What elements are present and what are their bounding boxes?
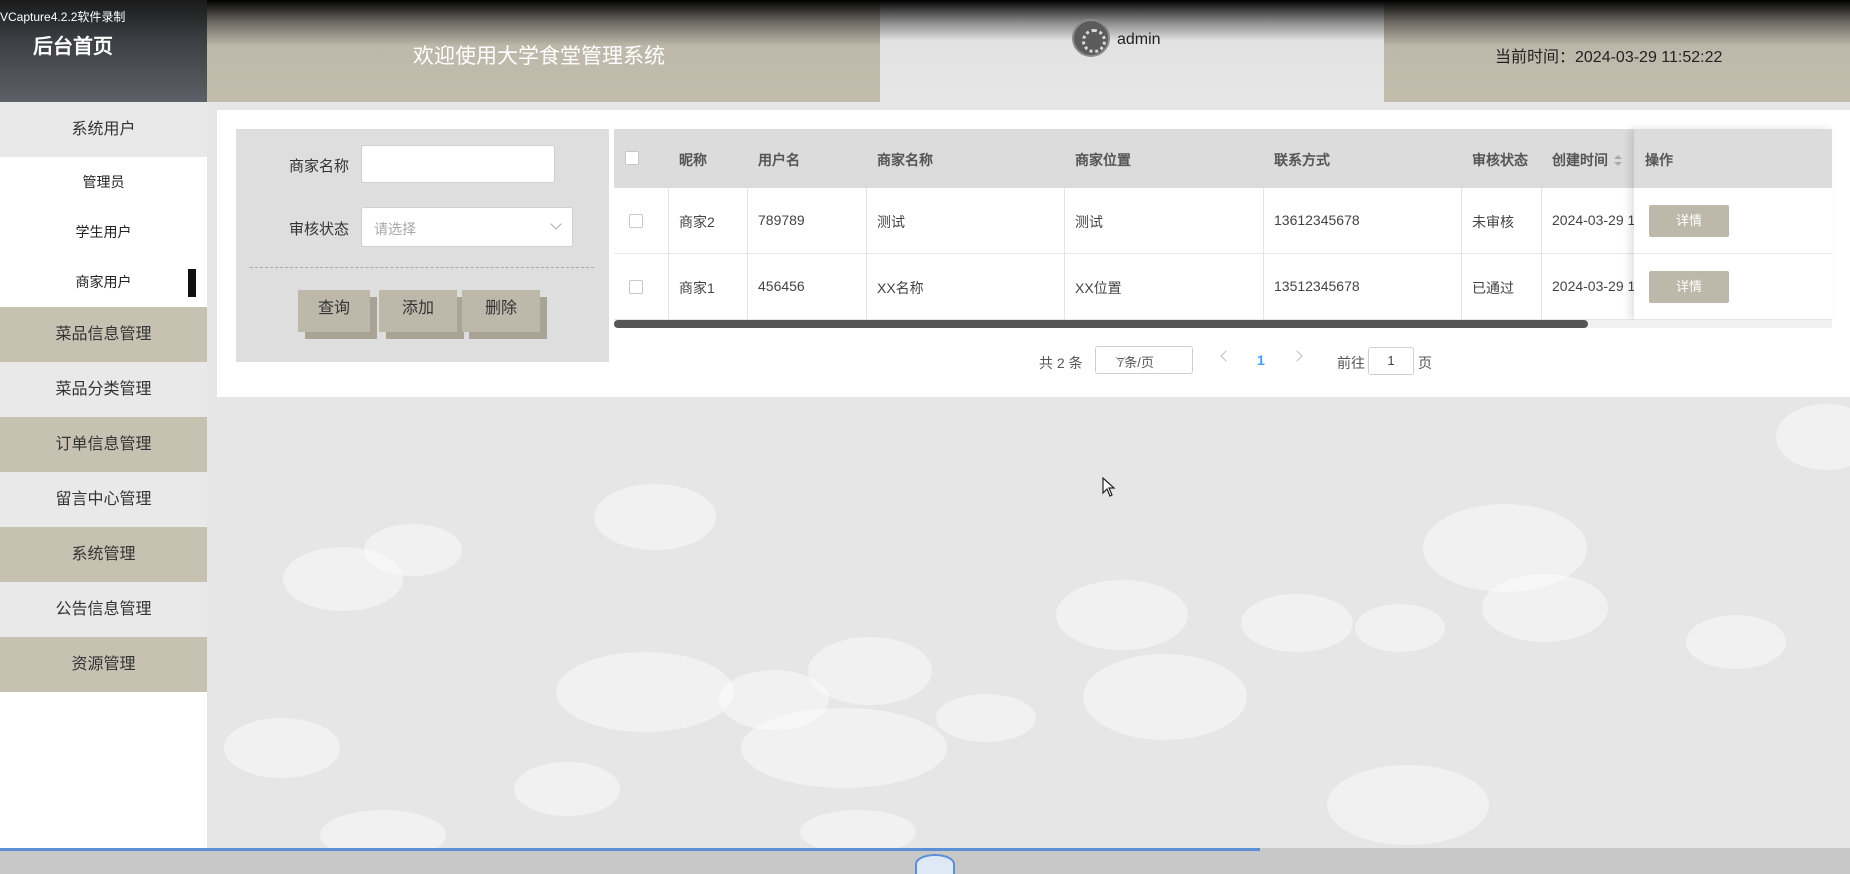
top-header: VCapture4.2.2软件录制 后台首页 欢迎使用大学食堂管理系统 admi… (0, 0, 1850, 102)
row-checkbox[interactable] (629, 214, 643, 228)
sidebar-item-student-users[interactable]: 学生用户 (0, 207, 207, 257)
detail-button[interactable]: 详情 (1649, 205, 1729, 237)
scrollbar-thumb[interactable] (614, 320, 1589, 328)
divider (250, 267, 594, 268)
welcome-text: 欢迎使用大学食堂管理系统 (413, 45, 665, 68)
sidebar-item-system-management[interactable]: 系统管理 (0, 527, 207, 582)
sidebar-item-order-info[interactable]: 订单信息管理 (0, 417, 207, 472)
audit-status-placeholder: 请选择 (374, 221, 416, 237)
cell-contact: 13612345678 (1274, 212, 1360, 228)
goto-prefix: 前往 (1337, 355, 1365, 371)
goto-page-input[interactable]: 1 (1368, 347, 1414, 375)
username[interactable]: admin (1117, 31, 1161, 49)
sidebar-item-message-center[interactable]: 留言中心管理 (0, 472, 207, 527)
query-button[interactable]: 查询 (298, 290, 370, 332)
header-nickname: 昵称 (679, 152, 707, 168)
brand-panel: VCapture4.2.2软件录制 后台首页 (0, 0, 207, 102)
cell-audit-status: 未审核 (1472, 214, 1514, 230)
current-time: 当前时间：2024-03-29 11:52:22 (1495, 49, 1723, 66)
header-actions: 操作 (1645, 152, 1673, 168)
header-audit-status: 审核状态 (1472, 152, 1528, 168)
header-username: 用户名 (758, 152, 800, 168)
cell-username: 456456 (758, 278, 805, 294)
sidebar-item-merchant-users[interactable]: 商家用户 (0, 257, 207, 307)
sidebar-item-resources[interactable]: 资源管理 (0, 637, 207, 692)
sidebar: 系统用户 管理员 学生用户 商家用户 菜品信息管理 菜品分类管理 订单信息管理 … (0, 102, 207, 848)
sidebar-item-admins[interactable]: 管理员 (0, 157, 207, 207)
select-all-checkbox[interactable] (625, 151, 639, 165)
cell-merchant-location: 测试 (1075, 214, 1103, 230)
time-panel: 当前时间：2024-03-29 11:52:22 (1384, 0, 1850, 102)
header-merchant-location: 商家位置 (1075, 152, 1131, 168)
merchant-name-label: 商家名称 (289, 158, 350, 175)
header-merchant-name: 商家名称 (877, 152, 933, 168)
merchant-table: 昵称 用户名 商家名称 商家位置 联系方式 审核状态 创建时间 商家2 7897… (614, 129, 1832, 329)
sidebar-item-dish-category[interactable]: 菜品分类管理 (0, 362, 207, 417)
add-button[interactable]: 添加 (379, 290, 457, 332)
cell-created-at: 2024-03-29 1 (1552, 212, 1636, 228)
chevron-down-icon (550, 218, 562, 230)
cell-username: 789789 (758, 212, 805, 228)
active-indicator (188, 269, 196, 297)
total-count: 共 2 条 (1039, 355, 1083, 371)
recorder-watermark: VCapture4.2.2软件录制 (0, 10, 126, 24)
header-created-at[interactable]: 创建时间 (1552, 150, 1622, 170)
cell-created-at: 2024-03-29 1 (1552, 278, 1636, 294)
cell-contact: 13512345678 (1274, 278, 1360, 294)
header-contact: 联系方式 (1274, 152, 1330, 168)
detail-button[interactable]: 详情 (1649, 271, 1729, 303)
cell-nickname: 商家1 (679, 280, 715, 296)
audit-status-label: 审核状态 (289, 221, 350, 238)
delete-button[interactable]: 删除 (462, 290, 540, 332)
user-panel: admin (880, 0, 1384, 102)
taskbar (0, 848, 1850, 874)
sidebar-item-announcements[interactable]: 公告信息管理 (0, 582, 207, 637)
goto-suffix: 页 (1418, 355, 1432, 371)
page-size-select[interactable]: 7条/页 (1095, 346, 1193, 374)
welcome-panel: 欢迎使用大学食堂管理系统 (207, 0, 880, 102)
cell-merchant-name: XX名称 (877, 280, 924, 296)
progress-line (0, 848, 1260, 851)
app-icon[interactable] (915, 854, 955, 874)
sidebar-item-system-users[interactable]: 系统用户 (0, 102, 207, 157)
actions-column: 操作 详情 详情 (1634, 129, 1832, 320)
search-panel: 商家名称 审核状态 请选择 查询 添加 删除 (236, 129, 609, 362)
cell-audit-status: 已通过 (1472, 280, 1514, 296)
sort-icon[interactable] (1614, 155, 1622, 167)
row-checkbox[interactable] (629, 280, 643, 294)
audit-status-select[interactable]: 请选择 (361, 207, 573, 247)
cell-merchant-location: XX位置 (1075, 280, 1122, 296)
cell-merchant-name: 测试 (877, 214, 905, 230)
home-title[interactable]: 后台首页 (33, 30, 113, 59)
avatar[interactable] (1072, 19, 1110, 57)
merchant-name-input[interactable] (361, 145, 555, 183)
sidebar-item-dish-info[interactable]: 菜品信息管理 (0, 307, 207, 362)
horizontal-scrollbar[interactable] (614, 320, 1832, 328)
current-page[interactable]: 1 (1257, 352, 1265, 368)
cell-nickname: 商家2 (679, 214, 715, 230)
mouse-cursor-icon (1102, 476, 1116, 500)
